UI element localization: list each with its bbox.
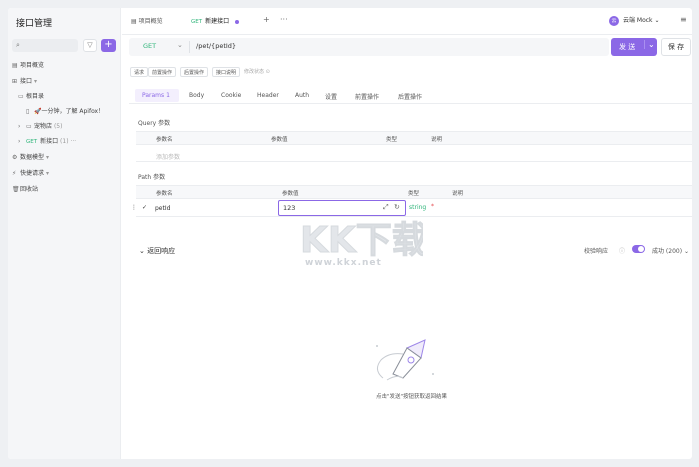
- chevron-down-icon: ▾: [45, 170, 49, 177]
- tab-settings[interactable]: 设置: [325, 92, 337, 101]
- watermark-url: www.kkx.net: [305, 258, 382, 268]
- interface-icon: ⊞: [12, 78, 18, 85]
- param-tabs: Params 1 Body Cookie Header Auth 设置 前置操作…: [129, 88, 692, 104]
- expand-icon[interactable]: ⤢: [383, 203, 389, 212]
- method-select[interactable]: GET: [143, 42, 156, 50]
- query-params-label: Query 参数: [138, 120, 171, 127]
- param-name[interactable]: petId: [155, 205, 170, 212]
- action-doc[interactable]: 接口说明: [212, 67, 241, 77]
- folder-icon: ▭: [18, 93, 24, 100]
- more-icon[interactable]: ···: [70, 138, 76, 145]
- validate-label: 校验响应: [584, 248, 609, 255]
- sidebar-search-input[interactable]: ⌕: [12, 39, 78, 52]
- tab-header[interactable]: Header: [257, 92, 279, 99]
- tab-body[interactable]: Body: [189, 92, 204, 99]
- save-button[interactable]: 保 存: [661, 38, 691, 56]
- tab-post-actions[interactable]: 后置操作: [398, 92, 422, 101]
- filter-button[interactable]: ▽: [83, 39, 97, 52]
- sidebar: 接口管理 ⌕ ▽ + ▤ 项目概览 ⊞ 接口 ▾ ▭ 根目录 ▯ 🚀一分钟，了解 Api…: [8, 8, 121, 459]
- tab-auth[interactable]: Auth: [295, 92, 309, 99]
- tab-project-overview[interactable]: ▤ 项目概览: [131, 16, 163, 27]
- sidebar-item-trash[interactable]: 🗑回收站: [12, 184, 38, 196]
- empty-hint: 点击"发送"按钮获取返回结果: [376, 394, 448, 400]
- empty-rocket-illustration: [376, 339, 434, 381]
- overview-icon: ▤: [12, 62, 18, 69]
- search-icon: ⌕: [16, 41, 20, 49]
- status-select[interactable]: 成功 (200) ⌄: [652, 246, 689, 255]
- tab-new-interface[interactable]: GET 新建接口: [191, 16, 240, 27]
- chevron-down-icon: ⌄: [654, 17, 660, 24]
- trash-icon: 🗑: [12, 186, 20, 193]
- sidebar-item-new-interface[interactable]: › GET 新接口 (1) ···: [18, 136, 76, 148]
- more-tabs-icon[interactable]: ···: [280, 15, 288, 24]
- env-selector[interactable]: 云云端 Mock ⌄: [609, 14, 659, 27]
- divider: [189, 41, 190, 53]
- doc-icon: ▯: [26, 108, 30, 115]
- action-post[interactable]: 后置操作: [180, 67, 209, 77]
- chevron-down-icon: ⌄: [139, 247, 148, 255]
- menu-icon[interactable]: ≡: [680, 15, 687, 24]
- checkbox-icon[interactable]: ✓: [142, 204, 147, 211]
- sidebar-item-models[interactable]: ⚙ 数据模型 ▾: [12, 152, 49, 164]
- drag-handle-icon[interactable]: ⋮: [131, 204, 137, 211]
- info-icon: ⓘ: [619, 248, 626, 255]
- chevron-down-icon[interactable]: ⌄: [644, 40, 655, 49]
- tab-cookie[interactable]: Cookie: [221, 92, 241, 99]
- overview-icon: ▤: [131, 18, 139, 25]
- chevron-down-icon: ⌄: [683, 248, 689, 255]
- chevron-right-icon: ›: [18, 123, 21, 130]
- chevron-down-icon: ▾: [33, 78, 37, 85]
- required-badge: *: [431, 203, 434, 210]
- model-icon: ⚙: [12, 154, 18, 161]
- sidebar-item-quick-request[interactable]: ⚡ 快捷请求 ▾: [12, 168, 49, 180]
- path-params-label: Path 参数: [138, 174, 166, 181]
- sidebar-item-interface[interactable]: ⊞ 接口 ▾: [12, 76, 37, 88]
- add-param-placeholder[interactable]: 添加参数: [156, 152, 180, 161]
- status-text[interactable]: 修改状态 ⊙: [244, 68, 270, 75]
- action-request[interactable]: 请求: [130, 67, 149, 77]
- chevron-right-icon: ›: [18, 138, 21, 145]
- refresh-icon[interactable]: ↻: [394, 203, 400, 211]
- filter-icon: ▽: [87, 41, 93, 49]
- url-input[interactable]: /pet/{petId}: [196, 42, 236, 50]
- env-avatar: 云: [609, 15, 619, 26]
- query-add-row[interactable]: 添加参数: [136, 148, 692, 162]
- app-window: 接口管理 ⌕ ▽ + ▤ 项目概览 ⊞ 接口 ▾ ▭ 根目录 ▯ 🚀一分钟，了解 Api…: [8, 8, 692, 459]
- new-tab-icon[interactable]: +: [263, 15, 270, 24]
- path-table-header: 参数名 参数值 类型 说明: [136, 185, 692, 199]
- validate-toggle[interactable]: [632, 245, 645, 253]
- url-bar[interactable]: GET ⌄ /pet/{petId}: [129, 38, 609, 56]
- chevron-down-icon: ⌄: [177, 41, 183, 49]
- sidebar-item-doc[interactable]: ▯ 🚀一分钟，了解 Apifox！: [26, 106, 104, 118]
- unsaved-dot-icon: [235, 19, 240, 24]
- query-table-header: 参数名 参数值 类型 说明: [136, 131, 692, 145]
- sidebar-item-overview[interactable]: ▤ 项目概览: [12, 60, 44, 72]
- request-icon: ⚡: [12, 170, 17, 177]
- sidebar-item-petstore[interactable]: › ▭ 宠物店 (5): [18, 121, 62, 133]
- tab-params[interactable]: Params 1: [142, 92, 170, 99]
- sidebar-item-root[interactable]: ▭ 根目录: [18, 91, 44, 103]
- svg-text:KK下载: KK下载: [300, 220, 423, 261]
- tab-bar: ▤ 项目概览 GET 新建接口 + ··· 云云端 Mock ⌄ ≡: [122, 8, 692, 35]
- param-type[interactable]: string: [409, 204, 426, 211]
- add-button[interactable]: +: [101, 39, 116, 52]
- sidebar-title: 接口管理: [16, 19, 53, 29]
- response-header[interactable]: ⌄ 返回响应: [139, 246, 175, 256]
- send-button[interactable]: 发 送 ⌄: [611, 38, 657, 56]
- chevron-down-icon: ▾: [45, 154, 49, 161]
- folder-icon: ▭: [26, 123, 32, 130]
- action-pre[interactable]: 前置操作: [148, 67, 177, 77]
- tab-pre-actions[interactable]: 前置操作: [355, 92, 379, 101]
